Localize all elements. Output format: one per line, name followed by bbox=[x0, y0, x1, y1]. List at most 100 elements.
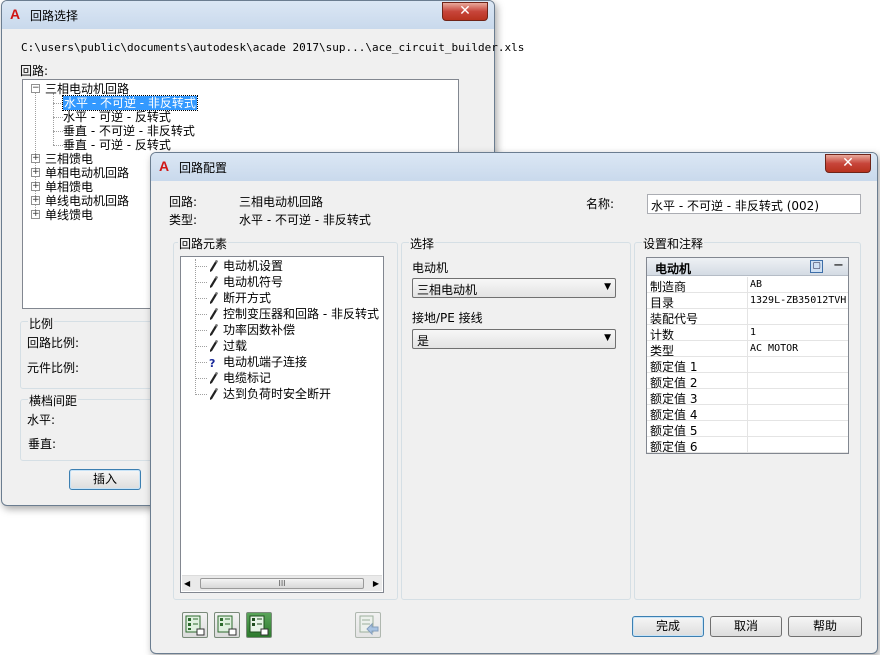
component-scale-label: 元件比例: bbox=[27, 361, 80, 375]
tree-node[interactable]: 单相电动机回路 bbox=[45, 166, 129, 180]
element-item[interactable]: 功率因数补偿 bbox=[223, 323, 295, 337]
element-item[interactable]: 电动机设置 bbox=[223, 259, 283, 273]
pencil-icon bbox=[209, 340, 219, 352]
chevron-down-icon: ▼ bbox=[604, 282, 611, 292]
property-name: 额定值 6 bbox=[650, 440, 698, 454]
property-value[interactable]: 1329L-ZB35012TVH bbox=[750, 295, 846, 306]
elements-tree[interactable]: 电动机设置电动机符号断开方式控制变压器和回路 - 非反转式 功率因数补偿 过载? 电动… bbox=[180, 256, 384, 593]
properties-header: 电动机 ▢ − bbox=[647, 258, 848, 276]
circuit-configuration-dialog: A 回路配置 ✕ 回路: 三相电动机回路 类型: 水平 - 不可逆 - 非反转式… bbox=[150, 152, 878, 654]
scroll-left-arrow[interactable]: ◀ bbox=[184, 579, 190, 588]
title-bar[interactable]: A 回路选择 ✕ bbox=[2, 1, 494, 29]
scale-group-label: 比例 bbox=[28, 315, 55, 332]
circuit-value: 三相电动机回路 bbox=[239, 195, 324, 209]
property-row[interactable]: 制造商 AB bbox=[647, 277, 848, 294]
property-row[interactable]: 类型 AC MOTOR bbox=[647, 341, 848, 358]
circuit-label: 回路: bbox=[20, 64, 49, 78]
help-button[interactable]: 帮助 bbox=[788, 616, 862, 637]
spacing-group-label: 横档间距 bbox=[28, 392, 79, 409]
pencil-icon bbox=[209, 324, 219, 336]
tree-node[interactable]: 单线馈电 bbox=[45, 208, 93, 222]
motor-label: 电动机 bbox=[412, 261, 449, 275]
property-row[interactable]: 额定值 5 bbox=[647, 421, 848, 438]
properties-grid[interactable]: 电动机 ▢ − 制造商 AB 目录 1329L-ZB35012TVH 装配代号 计数 1 类型… bbox=[646, 257, 849, 454]
import-icon[interactable] bbox=[355, 612, 381, 638]
circuit-scale-label: 回路比例: bbox=[27, 336, 80, 350]
property-row[interactable]: 额定值 3 bbox=[647, 389, 848, 406]
property-row[interactable]: 额定值 2 bbox=[647, 373, 848, 390]
horizontal-label: 水平: bbox=[27, 413, 56, 427]
tree-node[interactable]: 单线电动机回路 bbox=[45, 194, 129, 208]
expand-toggle[interactable]: + bbox=[31, 168, 40, 177]
insert-button[interactable]: 插入 bbox=[69, 469, 141, 490]
type-value: 水平 - 不可逆 - 非反转式 bbox=[239, 213, 371, 227]
spreadsheet-path: C:\users\public\documents\autodesk\acade… bbox=[21, 41, 525, 54]
pencil-icon bbox=[209, 372, 219, 384]
finish-button[interactable]: 完成 bbox=[632, 616, 704, 637]
name-field[interactable]: 水平 - 不可逆 - 非反转式 (002) bbox=[647, 194, 861, 214]
vertical-label: 垂直: bbox=[28, 437, 57, 451]
property-row[interactable]: 额定值 1 bbox=[647, 357, 848, 374]
chevron-down-icon: ▼ bbox=[604, 333, 611, 343]
scroll-thumb[interactable]: III bbox=[200, 578, 364, 589]
circuit-label: 回路: bbox=[169, 195, 198, 209]
type-label: 类型: bbox=[169, 213, 198, 227]
property-value[interactable]: AB bbox=[750, 279, 846, 290]
ground-dropdown[interactable]: 是 ▼ bbox=[412, 329, 616, 349]
question-icon: ? bbox=[209, 357, 216, 370]
element-item[interactable]: 断开方式 bbox=[223, 291, 271, 305]
close-button[interactable]: ✕ bbox=[442, 2, 488, 21]
tree-node-three-phase-motor[interactable]: 三相电动机回路 bbox=[45, 82, 129, 96]
horizontal-scrollbar[interactable]: ◀ III ▶ bbox=[182, 575, 382, 591]
element-item[interactable]: 控制变压器和回路 - 非反转式 bbox=[223, 307, 379, 321]
tree-node[interactable]: 垂直 - 不可逆 - 非反转式 bbox=[63, 124, 195, 138]
property-value[interactable]: 1 bbox=[750, 327, 846, 338]
properties-icon[interactable]: ▢ bbox=[810, 260, 823, 273]
dialog-body: 回路: 三相电动机回路 类型: 水平 - 不可逆 - 非反转式 名称: 水平 -… bbox=[158, 181, 870, 646]
name-label: 名称: bbox=[586, 197, 615, 211]
grid-list-icon[interactable] bbox=[214, 612, 240, 638]
property-row[interactable]: 目录 1329L-ZB35012TVH bbox=[647, 293, 848, 310]
grid-list-icon[interactable] bbox=[246, 612, 272, 638]
elements-group-label: 回路元素 bbox=[178, 235, 229, 252]
collapse-toggle[interactable]: − bbox=[31, 84, 40, 93]
element-item[interactable]: 过载 bbox=[223, 339, 247, 353]
close-button[interactable]: ✕ bbox=[825, 154, 871, 173]
dialog-title: 回路配置 bbox=[179, 161, 228, 175]
motor-dropdown[interactable]: 三相电动机 ▼ bbox=[412, 278, 616, 298]
property-row[interactable]: 装配代号 bbox=[647, 309, 848, 326]
ground-dropdown-value: 是 bbox=[417, 334, 430, 348]
dialog-title: 回路选择 bbox=[30, 9, 79, 23]
cancel-button[interactable]: 取消 bbox=[710, 616, 782, 637]
expand-toggle[interactable]: + bbox=[31, 182, 40, 191]
settings-group-label: 设置和注释 bbox=[642, 235, 705, 252]
property-row[interactable]: 额定值 4 bbox=[647, 405, 848, 422]
tree-node[interactable]: 垂直 - 可逆 - 反转式 bbox=[63, 138, 171, 152]
tree-node-selected[interactable]: 水平 - 不可逆 - 非反转式 bbox=[62, 95, 198, 111]
element-item[interactable]: 达到负荷时安全断开 bbox=[223, 387, 331, 401]
scroll-right-arrow[interactable]: ▶ bbox=[373, 579, 379, 588]
autocad-logo-icon: A bbox=[159, 158, 170, 174]
tree-node[interactable]: 水平 - 可逆 - 反转式 bbox=[63, 110, 171, 124]
element-item[interactable]: 电动机符号 bbox=[223, 275, 283, 289]
pencil-icon bbox=[209, 308, 219, 320]
pencil-icon bbox=[209, 260, 219, 272]
element-item[interactable]: 电缆标记 bbox=[223, 371, 271, 385]
autocad-logo-icon: A bbox=[10, 6, 21, 22]
expand-toggle[interactable]: + bbox=[31, 154, 40, 163]
tree-node[interactable]: 单相馈电 bbox=[45, 180, 93, 194]
pencil-icon bbox=[209, 292, 219, 304]
title-bar[interactable]: A 回路配置 ✕ bbox=[151, 153, 877, 181]
element-item[interactable]: 电动机端子连接 bbox=[223, 355, 307, 369]
property-row[interactable]: 计数 1 bbox=[647, 325, 848, 342]
collapse-icon[interactable]: − bbox=[833, 258, 844, 273]
grid-list-icon[interactable] bbox=[182, 612, 208, 638]
selection-group-label: 选择 bbox=[409, 235, 436, 252]
ground-label: 接地/PE 接线 bbox=[412, 311, 483, 325]
property-row[interactable]: 额定值 6 bbox=[647, 437, 848, 454]
expand-toggle[interactable]: + bbox=[31, 210, 40, 219]
tree-node[interactable]: 三相馈电 bbox=[45, 152, 93, 166]
property-value[interactable]: AC MOTOR bbox=[750, 343, 846, 354]
expand-toggle[interactable]: + bbox=[31, 196, 40, 205]
pencil-icon bbox=[209, 276, 219, 288]
